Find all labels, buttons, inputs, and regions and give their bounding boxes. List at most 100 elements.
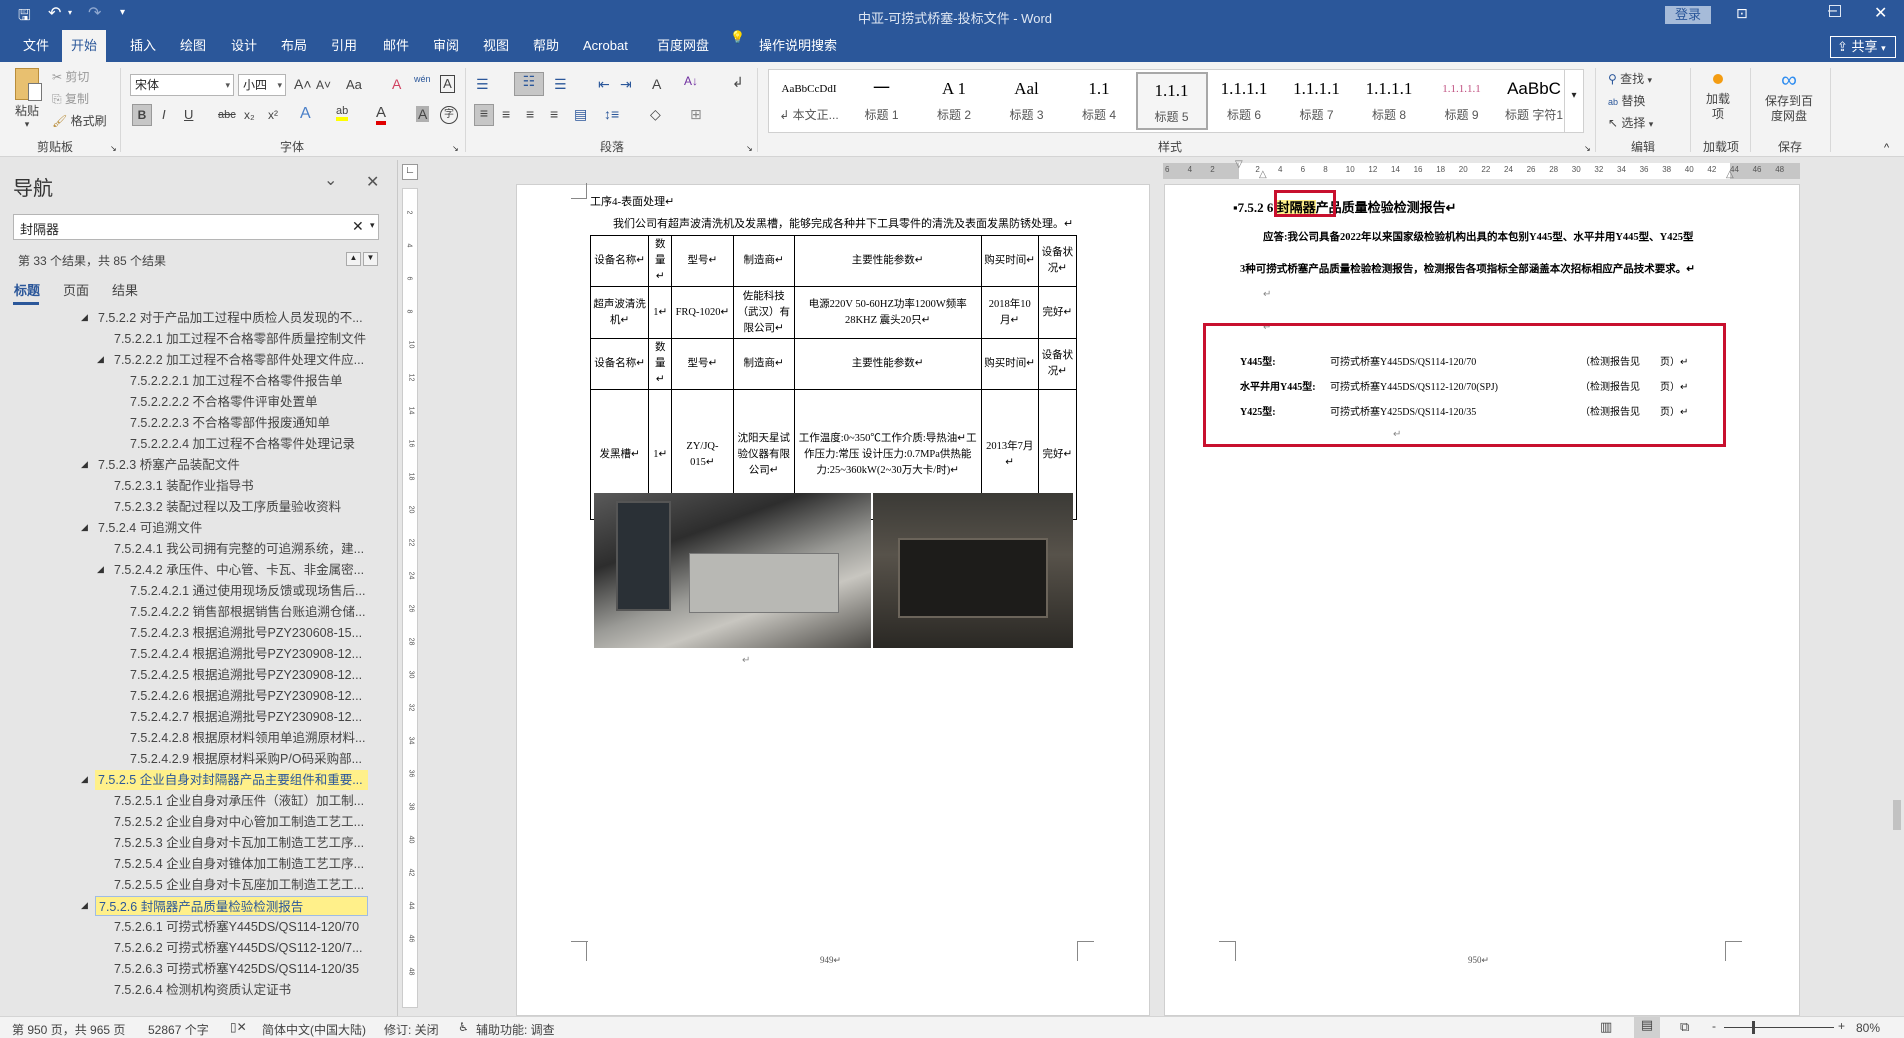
style-item[interactable]: 1.1 标题 4 (1063, 72, 1135, 130)
nav-heading-item[interactable]: 7.5.2.5.5 企业自身对卡瓦座加工制造工艺工... (111, 875, 364, 895)
ribbon-display-options-icon[interactable]: ⊡ (1736, 5, 1748, 22)
track-changes-status[interactable]: 修订: 关闭 (384, 1021, 439, 1038)
font-color-button[interactable]: A (376, 104, 387, 125)
collapse-triangle-icon[interactable]: ◢ (81, 459, 88, 470)
nav-heading-item[interactable]: 7.5.2.2.2.4 加工过程不合格零件处理记录 (127, 434, 355, 454)
character-shading-button[interactable]: A (416, 106, 430, 122)
chevron-down-icon[interactable]: ▾ (370, 220, 375, 231)
distributed-icon[interactable]: ▤ (574, 106, 587, 123)
font-size-combo[interactable]: 小四 ▾ (238, 74, 286, 96)
collapse-ribbon-icon[interactable]: ^ (1884, 142, 1889, 154)
styles-more-button[interactable]: ▾ (1564, 69, 1584, 133)
tab-12[interactable]: 百度网盘 (648, 30, 718, 62)
accessibility-status[interactable]: 辅助功能: 调查 (476, 1021, 555, 1038)
style-item[interactable]: 1.1.1.1 标题 7 (1281, 72, 1353, 130)
align-right-icon[interactable]: ≡ (526, 106, 534, 122)
nav-heading-item[interactable]: 7.5.2.5.4 企业自身对锥体加工制造工艺工序... (111, 854, 364, 874)
character-border-button[interactable]: A (440, 75, 455, 93)
find-button[interactable]: ⚲ 查找 ▾ (1608, 70, 1652, 87)
nav-heading-item[interactable]: 7.5.2.4.2.8 根据原材料领用单追溯原材料... (127, 728, 365, 748)
tab-4[interactable]: 设计 (222, 30, 266, 62)
collapse-triangle-icon[interactable]: ◢ (81, 774, 88, 785)
language-indicator[interactable]: 简体中文(中国大陆) (262, 1021, 366, 1038)
tab-5[interactable]: 布局 (272, 30, 316, 62)
undo-icon[interactable]: ↶ (48, 3, 61, 23)
collapse-triangle-icon[interactable]: ◢ (97, 564, 104, 575)
nav-heading-item[interactable]: 7.5.2.2.2.1 加工过程不合格零件报告单 (127, 371, 343, 391)
italic-button[interactable]: I (162, 107, 166, 122)
style-item[interactable]: 一标题 1 (846, 72, 918, 130)
cut-button[interactable]: ✂ 剪切 (52, 68, 89, 85)
tab-1[interactable]: 开始 (62, 30, 107, 62)
page-950[interactable]: ▪7.5.2 6 封隔器产品质量检验检测报告↵ 应答:我公司具备2022年以来国… (1164, 184, 1800, 1016)
tab-0[interactable]: 文件 (14, 30, 58, 62)
style-item[interactable]: 1.1.1 标题 5 (1135, 72, 1208, 130)
nav-heading-item[interactable]: 7.5.2.4.2 承压件、中心管、卡瓦、非金属密... (111, 560, 364, 580)
proofing-icon[interactable]: ▯✕ (230, 1020, 247, 1034)
left-indent-marker[interactable]: △ (1259, 169, 1267, 180)
underline-button[interactable]: U (184, 107, 193, 122)
style-item[interactable]: AaBbCcDdI ↲ 本文正... (773, 72, 845, 130)
addins-button[interactable]: 加载项 (1700, 70, 1736, 122)
nav-heading-item[interactable]: 7.5.2.5.3 企业自身对卡瓦加工制造工艺工序... (111, 833, 364, 853)
nav-heading-item[interactable]: 7.5.2.6.1 可捞式桥塞Y445DS/QS114-120/70 (111, 917, 359, 937)
sort-icon[interactable]: A↓ (684, 74, 698, 88)
word-count[interactable]: 52867 个字 (148, 1021, 209, 1038)
zoom-level[interactable]: 80% (1856, 1021, 1880, 1035)
tab-2[interactable]: 插入 (121, 30, 165, 62)
style-item[interactable]: AaBbC 标题 字符1 (1498, 72, 1570, 130)
vertical-ruler[interactable]: ∟ 2 4 6 8 10 12 14 16 18 20 22 24 26 28 30 32 34 36 38 40 42… (400, 160, 421, 1016)
collapse-triangle-icon[interactable]: ◢ (81, 312, 88, 323)
replace-button[interactable]: ab 替换 (1608, 92, 1645, 109)
tab-8[interactable]: 审阅 (424, 30, 468, 62)
save-to-baidu-button[interactable]: ∞ 保存到百度网盘 (1756, 68, 1822, 124)
numbering-icon[interactable]: ☷ (514, 72, 544, 96)
copy-button[interactable]: ⎘ 复制 (52, 90, 89, 107)
nav-heading-item[interactable]: 7.5.2.3.1 装配作业指导书 (111, 476, 254, 496)
clear-formatting-icon[interactable]: A (392, 76, 401, 92)
close-button[interactable]: ✕ (1874, 3, 1887, 23)
align-left-icon[interactable]: ≡ (474, 104, 494, 126)
clear-search-icon[interactable]: ✕ (352, 218, 364, 235)
dialog-launcher-icon[interactable]: ↘ (1584, 144, 1591, 153)
style-item[interactable]: A 1 标题 2 (918, 72, 990, 130)
nav-heading-item[interactable]: 7.5.2.4.2.9 根据原材料采购P/O码采购部... (127, 749, 362, 769)
nav-heading-item[interactable]: 7.5.2.2.2.3 不合格零部件报废通知单 (127, 413, 330, 433)
next-result-button[interactable]: ▼ (363, 252, 378, 266)
login-button[interactable]: 登录 (1665, 6, 1711, 24)
chinese-layout-icon[interactable]: A (652, 76, 661, 92)
nav-heading-item[interactable]: 7.5.2.3 桥塞产品装配文件 (95, 455, 240, 475)
tab-6[interactable]: 引用 (322, 30, 366, 62)
nav-heading-item[interactable]: 7.5.2.5.1 企业自身对承压件（液缸）加工制... (111, 791, 364, 811)
bold-button[interactable]: B (132, 104, 152, 126)
nav-heading-item[interactable]: 7.5.2.2.2 加工过程不合格零部件处理文件应... (111, 350, 364, 370)
strikethrough-button[interactable]: abc (218, 109, 236, 121)
tab-headings[interactable]: 标题 (14, 280, 40, 299)
line-spacing-icon[interactable]: ↕≡ (604, 106, 619, 122)
multilevel-list-icon[interactable]: ☰ (554, 76, 567, 93)
grow-font-button[interactable]: A˄ (294, 76, 312, 92)
tab-13[interactable]: 操作说明搜索 (750, 30, 846, 62)
first-line-indent-marker[interactable]: ▽ (1235, 159, 1243, 170)
tab-results[interactable]: 结果 (112, 280, 138, 299)
zoom-out-button[interactable]: - (1712, 1019, 1716, 1033)
style-item[interactable]: 1.1.1.1 标题 6 (1208, 72, 1280, 130)
font-name-combo[interactable]: 宋体 ▾ (130, 74, 234, 96)
dialog-launcher-icon[interactable]: ↘ (746, 144, 753, 153)
zoom-slider[interactable] (1724, 1027, 1834, 1028)
zoom-in-button[interactable]: + (1838, 1019, 1845, 1033)
nav-heading-item[interactable]: 7.5.2.6.4 检测机构资质认定证书 (111, 980, 291, 1000)
nav-heading-item[interactable]: 7.5.2.4.1 我公司拥有完整的可追溯系统，建... (111, 539, 364, 559)
dialog-launcher-icon[interactable]: ↘ (110, 144, 117, 153)
nav-heading-item[interactable]: 7.5.2.3.2 装配过程以及工序质量验收资料 (111, 497, 341, 517)
scrollbar-thumb[interactable] (1893, 800, 1901, 830)
right-indent-marker[interactable]: △ (1726, 169, 1734, 180)
close-icon[interactable]: ✕ (366, 172, 379, 192)
borders-icon[interactable]: ⊞ (690, 106, 702, 123)
change-case-button[interactable]: Aa (346, 77, 362, 92)
nav-heading-item[interactable]: 7.5.2.4.2.1 通过使用现场反馈或现场售后... (127, 581, 365, 601)
previous-result-button[interactable]: ▲ (346, 252, 361, 266)
decrease-indent-icon[interactable]: ⇤ (598, 76, 610, 93)
print-layout-icon[interactable]: ▤ (1634, 1017, 1660, 1038)
nav-heading-item[interactable]: 7.5.2.5.2 企业自身对中心管加工制造工艺工... (111, 812, 364, 832)
